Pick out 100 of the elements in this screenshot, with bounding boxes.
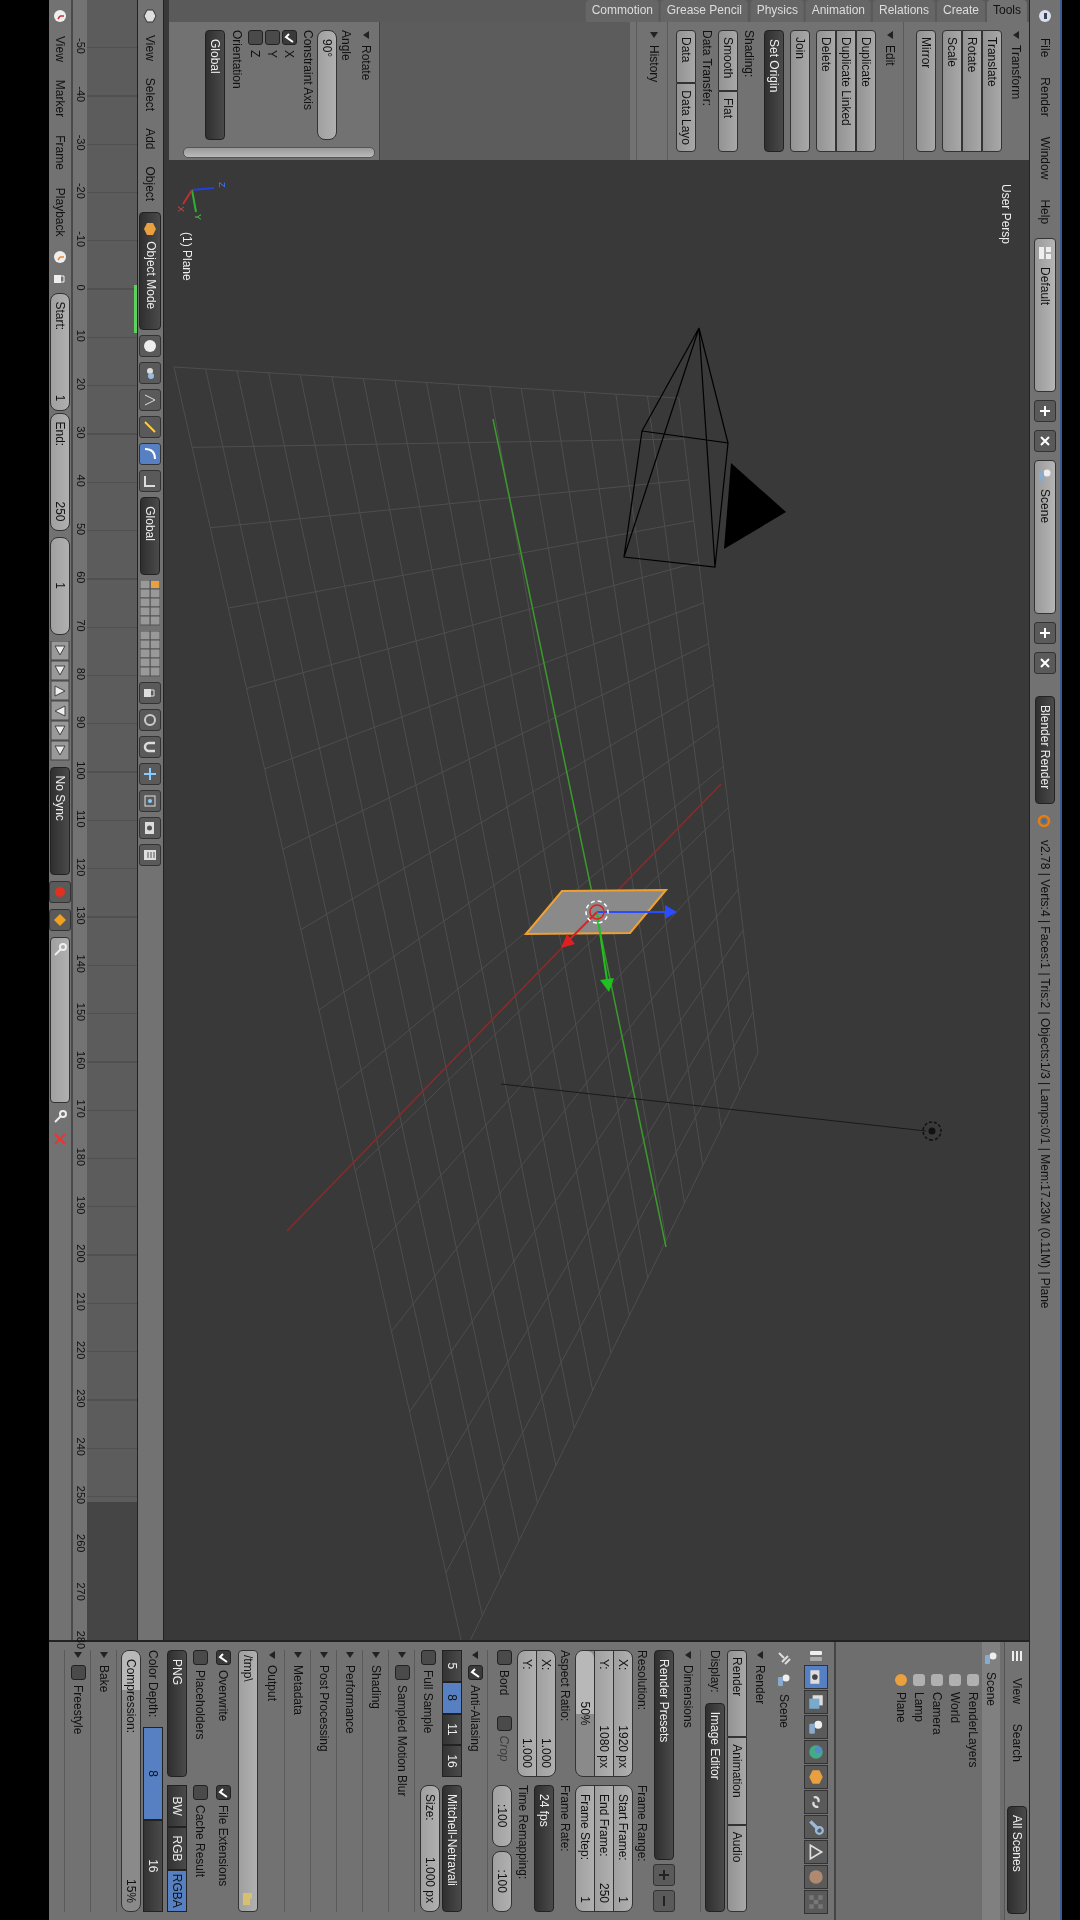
- disclosure-triangle-icon[interactable]: [683, 1650, 694, 1660]
- tool-button[interactable]: Delete: [816, 30, 836, 152]
- tool-button[interactable]: Data: [676, 30, 696, 84]
- layer-grid-icon[interactable]: [140, 580, 161, 627]
- option-button[interactable]: BW: [167, 1785, 187, 1828]
- output-path-field[interactable]: /tmp\: [238, 1650, 258, 1912]
- mode-dropdown[interactable]: Object Mode: [139, 212, 162, 331]
- dropdown[interactable]: Mitchell-Netravali: [442, 1785, 462, 1912]
- number-field[interactable]: Frame Step: 1: [575, 1785, 595, 1912]
- panel-title[interactable]: Output: [265, 1665, 280, 1702]
- menu-item[interactable]: View: [143, 29, 158, 67]
- panel-title[interactable]: Post Processing: [317, 1665, 332, 1752]
- globe-icon[interactable]: [804, 1740, 828, 1764]
- compression-slider[interactable]: Compression: 15%: [121, 1650, 141, 1912]
- option-button[interactable]: 11: [442, 1713, 462, 1746]
- number-field[interactable]: Y: 1.000: [517, 1650, 537, 1777]
- disclosure-triangle-icon[interactable]: [397, 1650, 408, 1660]
- transform-orientation-dropdown[interactable]: Global: [140, 497, 161, 576]
- number-field[interactable]: Y: 1080 px: [594, 1650, 614, 1777]
- outliner-item[interactable]: Plane: [894, 1692, 908, 1723]
- tool-shelf-tab[interactable]: Commotion: [585, 0, 659, 22]
- remove-icon[interactable]: [653, 1890, 675, 1912]
- checkbox[interactable]: [193, 1650, 208, 1665]
- end-frame-field[interactable]: End: 250: [50, 412, 70, 531]
- rotate-arc-icon[interactable]: [139, 443, 162, 466]
- menu-item[interactable]: View: [1010, 1672, 1024, 1710]
- scene-selector[interactable]: Scene: [1034, 460, 1056, 615]
- number-field[interactable]: X: 1920 px: [613, 1650, 633, 1777]
- checkbox[interactable]: [71, 1665, 86, 1680]
- disclosure-triangle-icon[interactable]: [293, 1650, 304, 1660]
- tool-button[interactable]: Duplicate: [856, 30, 876, 152]
- option-button[interactable]: 5: [442, 1650, 462, 1682]
- menu-item[interactable]: Window: [1038, 130, 1052, 186]
- clock-icon[interactable]: [52, 8, 68, 24]
- tool-shelf-tab[interactable]: Tools: [987, 0, 1027, 22]
- record-icon[interactable]: [49, 880, 71, 903]
- magnet-icon[interactable]: [139, 736, 162, 759]
- presets-dropdown[interactable]: Render Presets: [654, 1650, 674, 1860]
- checkbox[interactable]: [421, 1650, 436, 1665]
- panel-title[interactable]: Bake: [97, 1665, 112, 1693]
- 3d-viewport[interactable]: [164, 0, 1029, 1640]
- panel-title[interactable]: Freestyle: [71, 1685, 86, 1735]
- film-icon[interactable]: [139, 844, 162, 867]
- tool-shelf-tab[interactable]: Create: [936, 0, 985, 22]
- tool-button[interactable]: Mirror: [916, 30, 936, 152]
- tool-button[interactable]: Join: [790, 30, 810, 152]
- number-field[interactable]: End Frame: 250: [594, 1785, 614, 1912]
- option-button[interactable]: 8: [442, 1681, 462, 1714]
- tool-button[interactable]: Data Layo: [676, 83, 696, 152]
- keying-set-field[interactable]: [50, 936, 70, 1103]
- menu-item[interactable]: Marker: [53, 73, 67, 124]
- option-button[interactable]: 8: [143, 1727, 163, 1820]
- set-origin-dropdown[interactable]: Set Origin: [764, 30, 784, 152]
- panel-title[interactable]: Rotate: [359, 45, 373, 81]
- snap-target-icon[interactable]: [139, 790, 162, 813]
- menu-item[interactable]: Add: [143, 122, 158, 156]
- action-button[interactable]: Render: [727, 1650, 747, 1738]
- disclosure-triangle-icon[interactable]: [267, 1650, 278, 1660]
- disclosure-triangle-icon[interactable]: [885, 30, 895, 40]
- pivot-icon[interactable]: [139, 362, 162, 385]
- number-field[interactable]: :100: [492, 1785, 512, 1847]
- tool-shelf-tab[interactable]: Relations: [872, 0, 935, 22]
- layers-icon[interactable]: [804, 1690, 828, 1714]
- tool-shelf-tab[interactable]: Physics: [750, 0, 804, 22]
- checkbox[interactable]: [395, 1665, 410, 1680]
- wrench-icon[interactable]: [804, 1815, 828, 1839]
- menu-item[interactable]: View: [53, 30, 67, 68]
- tool-button[interactable]: Duplicate Linked: [836, 30, 856, 152]
- option-button[interactable]: 16: [143, 1819, 163, 1912]
- keyframe-icon[interactable]: [49, 908, 71, 931]
- scrollbar[interactable]: [183, 147, 375, 158]
- scale-icon[interactable]: [139, 470, 162, 493]
- menu-item[interactable]: Search: [1010, 1717, 1024, 1768]
- option-button[interactable]: RGB: [167, 1827, 187, 1870]
- tool-button[interactable]: Scale: [942, 30, 962, 152]
- checker-icon[interactable]: [804, 1890, 828, 1914]
- dropdown[interactable]: Image Editor: [705, 1702, 725, 1912]
- disclosure-triangle-icon[interactable]: [755, 1650, 766, 1660]
- disclosure-triangle-icon[interactable]: [73, 1650, 84, 1660]
- tool-button[interactable]: Translate: [982, 30, 1002, 152]
- action-button[interactable]: Animation: [727, 1737, 747, 1825]
- disclosure-triangle-icon[interactable]: [99, 1650, 110, 1660]
- mesh-icon[interactable]: [804, 1840, 828, 1864]
- tool-shelf-tab[interactable]: Animation: [805, 0, 871, 22]
- disclosure-triangle-icon[interactable]: [470, 1650, 481, 1660]
- option-button[interactable]: 16: [442, 1745, 462, 1777]
- checkbox[interactable]: [216, 1650, 231, 1665]
- camera-icon[interactable]: [804, 1665, 828, 1689]
- transform-gizmo-drawing[interactable]: [561, 900, 677, 992]
- panel-title[interactable]: Performance: [343, 1665, 358, 1734]
- tool-shelf-tab[interactable]: Grease Pencil: [660, 0, 749, 22]
- angle-field[interactable]: 90°: [317, 30, 337, 140]
- outliner-item[interactable]: Camera: [930, 1692, 944, 1735]
- scene-icon[interactable]: [804, 1715, 828, 1739]
- plane-object[interactable]: [523, 888, 669, 936]
- current-frame-field[interactable]: 1: [50, 536, 70, 635]
- sync-mode-dropdown[interactable]: No Sync: [50, 766, 70, 875]
- properties-editor-icon[interactable]: [808, 1648, 824, 1664]
- disclosure-triangle-icon[interactable]: [361, 30, 371, 40]
- number-field[interactable]: X: 1.000: [536, 1650, 556, 1777]
